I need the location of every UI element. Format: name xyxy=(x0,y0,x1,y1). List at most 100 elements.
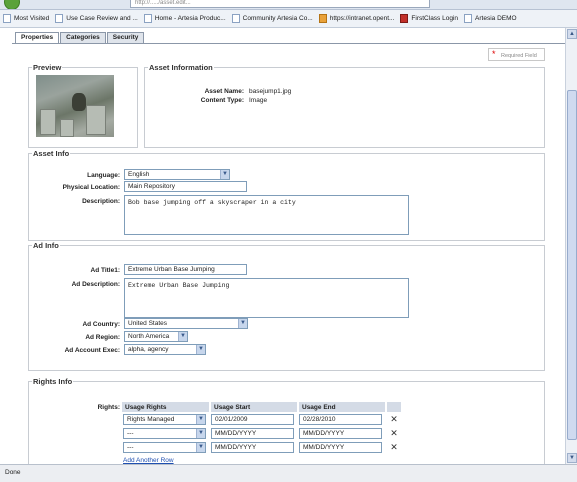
bookmark-item[interactable]: Home - Artesia Produc... xyxy=(143,14,226,23)
usage-end-input[interactable]: MM/DD/YYYY xyxy=(299,441,382,453)
status-text: Done xyxy=(5,469,21,476)
bookmark-label: Home - Artesia Produc... xyxy=(154,15,226,22)
rights-table-header: Usage Rights Usage Start Usage End xyxy=(122,402,403,412)
ad-title-input[interactable]: Extreme Urban Base Jumping xyxy=(124,264,247,275)
table-row: --- ▼ MM/DD/YYYY MM/DD/YYYY ✕ xyxy=(122,440,402,454)
page-icon xyxy=(464,14,473,23)
building-shape xyxy=(60,119,74,137)
bookmark-label: FirstClass Login xyxy=(411,15,459,22)
asset-info-legend: Asset Info xyxy=(33,149,70,158)
star-icon xyxy=(3,14,11,23)
chevron-down-icon: ▼ xyxy=(238,319,247,328)
table-row: --- ▼ MM/DD/YYYY MM/DD/YYYY ✕ xyxy=(122,426,402,440)
content-type-value: Image xyxy=(249,97,268,104)
column-header-usage-end: Usage End xyxy=(298,402,387,412)
ad-account-exec-select[interactable]: alpha, agency ▼ xyxy=(124,344,206,355)
language-select-value: English xyxy=(128,171,150,178)
usage-rights-value: --- xyxy=(127,443,134,451)
description-textarea[interactable]: Bob base jumping off a skyscraper in a c… xyxy=(124,195,409,235)
jumper-figure xyxy=(72,93,86,111)
chevron-down-icon: ▼ xyxy=(196,414,205,424)
building-shape xyxy=(40,109,56,135)
scroll-up-icon[interactable]: ▲ xyxy=(567,29,577,39)
required-star-icon: * xyxy=(492,49,496,59)
scroll-down-icon[interactable]: ▼ xyxy=(567,453,577,463)
ad-description-textarea[interactable]: Extreme Urban Base Jumping xyxy=(124,278,409,318)
asset-information-section: Asset Information xyxy=(144,63,545,148)
bookmark-label: Artesia DEMO xyxy=(475,15,517,22)
ad-account-exec-select-value: alpha, agency xyxy=(128,346,169,353)
tab-categories[interactable]: Categories xyxy=(60,32,106,43)
ad-region-select[interactable]: North America ▼ xyxy=(124,331,188,342)
usage-rights-select[interactable]: --- ▼ xyxy=(123,441,206,453)
firstclass-icon xyxy=(400,14,409,23)
column-header-remove xyxy=(386,402,403,412)
bookmark-label: Most Visited xyxy=(14,15,50,22)
back-button-icon[interactable] xyxy=(4,0,20,9)
vertical-scrollbar[interactable]: ▲ ▼ xyxy=(565,28,577,464)
bookmark-item[interactable]: Community Artesia Co... xyxy=(231,14,313,23)
ad-description-label: Ad Description: xyxy=(71,281,120,288)
tab-divider xyxy=(12,43,565,44)
preview-thumbnail[interactable] xyxy=(36,75,114,137)
usage-rights-select[interactable]: --- ▼ xyxy=(123,427,206,439)
chevron-down-icon: ▼ xyxy=(220,170,229,179)
ad-region-select-value: North America xyxy=(128,333,170,340)
bookmarks-bar: Most Visited Use Case Review and ... Home … xyxy=(0,10,577,28)
physical-location-label: Physical Location: xyxy=(62,184,120,191)
page-icon xyxy=(231,14,240,23)
address-bar[interactable]: http://...../asset.edit... xyxy=(130,0,430,8)
usage-end-input[interactable]: MM/DD/YYYY xyxy=(299,427,382,439)
usage-start-input[interactable]: 02/01/2009 xyxy=(211,413,294,425)
ad-country-select-value: United States xyxy=(128,320,168,327)
remove-row-icon[interactable]: ✕ xyxy=(386,426,402,440)
asset-information-legend: Asset Information xyxy=(149,63,213,72)
language-label: Language: xyxy=(87,172,120,179)
bookmark-item[interactable]: https://intranet.opent... xyxy=(318,14,395,23)
remove-row-icon[interactable]: ✕ xyxy=(386,440,402,454)
arrows-icon xyxy=(318,14,327,23)
ad-region-label: Ad Region: xyxy=(85,334,120,341)
status-bar: Done xyxy=(0,464,577,482)
usage-rights-value: --- xyxy=(127,429,134,437)
bookmark-item[interactable]: Use Case Review and ... xyxy=(55,14,138,23)
preview-legend: Preview xyxy=(33,63,62,72)
asset-name-label: Asset Name: xyxy=(204,88,244,95)
ad-country-select[interactable]: United States ▼ xyxy=(124,318,248,329)
ad-title-label: Ad Title1: xyxy=(90,267,121,274)
scrollbar-thumb[interactable] xyxy=(567,90,577,440)
bookmark-label: Use Case Review and ... xyxy=(66,15,138,22)
rights-table: Usage Rights Usage Start Usage End Right… xyxy=(122,402,403,454)
tab-security[interactable]: Security xyxy=(106,32,145,43)
column-header-usage-start: Usage Start xyxy=(210,402,299,412)
description-label: Description: xyxy=(82,198,120,205)
usage-rights-select[interactable]: Rights Managed ▼ xyxy=(123,413,206,425)
page-icon xyxy=(55,14,64,23)
chevron-down-icon: ▼ xyxy=(196,428,205,438)
usage-start-input[interactable]: MM/DD/YYYY xyxy=(211,441,294,453)
bookmark-label: https://intranet.opent... xyxy=(329,15,395,22)
physical-location-input[interactable]: Main Repository xyxy=(124,181,247,192)
usage-start-input[interactable]: MM/DD/YYYY xyxy=(211,427,294,439)
bookmark-item[interactable]: FirstClass Login xyxy=(400,14,458,23)
usage-end-input[interactable]: 02/28/2010 xyxy=(299,413,382,425)
rights-info-legend: Rights Info xyxy=(33,377,73,386)
required-field-label: Required Field xyxy=(501,53,537,59)
language-select[interactable]: English ▼ xyxy=(124,169,230,180)
content-type-label: Content Type: xyxy=(200,97,244,104)
building-shape xyxy=(86,105,106,135)
bookmark-label: Community Artesia Co... xyxy=(242,15,313,22)
remove-row-icon[interactable]: ✕ xyxy=(386,412,402,426)
ad-info-legend: Ad Info xyxy=(33,241,59,250)
add-another-row-link[interactable]: Add Another Row xyxy=(123,457,174,464)
browser-toolbar: http://...../asset.edit... xyxy=(0,0,577,10)
chevron-down-icon: ▼ xyxy=(196,442,205,452)
chevron-down-icon: ▼ xyxy=(196,345,205,354)
bookmark-item[interactable]: Most Visited xyxy=(3,14,49,23)
asset-name-value: basejump1.jpg xyxy=(249,88,292,95)
required-field-note: * Required Field xyxy=(488,48,545,61)
column-header-usage-rights: Usage Rights xyxy=(122,402,211,412)
bookmark-item[interactable]: Artesia DEMO xyxy=(464,14,517,23)
chevron-down-icon: ▼ xyxy=(178,332,187,341)
page-icon xyxy=(143,14,152,23)
